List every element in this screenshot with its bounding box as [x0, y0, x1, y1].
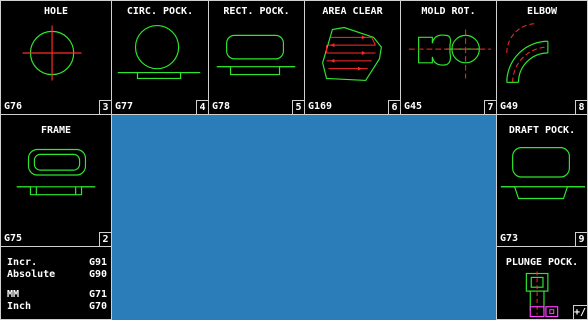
rectangular-pocket-icon — [216, 34, 296, 76]
incr-gcode: G91 — [88, 257, 107, 268]
mold-rotation-icon — [408, 29, 492, 79]
draft-pock-gcode: G73 — [500, 233, 519, 244]
inch-label: Inch — [7, 301, 32, 312]
graphics-canvas — [112, 115, 496, 320]
hole-tile[interactable]: HOLE G76 3 — [0, 0, 112, 115]
mold-rot-title: MOLD ROT. — [421, 6, 476, 17]
elbow-title: ELBOW — [526, 6, 558, 17]
units-mode-panel: Incr. G91 Absolute G90 MM G71 Inch G70 — [0, 246, 112, 320]
rect-pock-title: RECT. POCK. — [223, 6, 290, 17]
mm-mode-row[interactable]: MM G71 — [7, 289, 107, 300]
draft-pock-title: DRAFT POCK. — [508, 125, 576, 136]
frame-icon — [16, 148, 96, 196]
circular-pocket-icon — [117, 24, 201, 80]
inch-gcode: G70 — [88, 301, 107, 312]
area-clear-title: AREA CLEAR — [322, 6, 383, 17]
draft-pock-tile[interactable]: DRAFT POCK. G73 9 — [496, 114, 588, 247]
frame-key: 2 — [99, 232, 111, 246]
circ-pock-title: CIRC. POCK. — [126, 6, 194, 17]
incr-label: Incr. — [7, 257, 38, 268]
mm-label: MM — [7, 289, 20, 300]
mold-rot-key: 7 — [484, 100, 496, 114]
frame-title: FRAME — [40, 125, 72, 136]
plunge-pock-tile[interactable]: PLUNGE POCK. +/- — [496, 246, 588, 320]
area-clear-gcode: G169 — [308, 101, 333, 112]
hole-icon — [22, 25, 82, 81]
absolute-mode-row[interactable]: Absolute G90 — [7, 269, 107, 280]
inch-mode-row[interactable]: Inch G70 — [7, 301, 107, 312]
incr-mode-row[interactable]: Incr. G91 — [7, 257, 107, 268]
area-clear-icon — [322, 26, 383, 82]
hole-key: 3 — [99, 100, 111, 114]
draft-pocket-icon — [500, 147, 586, 200]
circ-pock-key: 4 — [196, 100, 208, 114]
elbow-tile[interactable]: ELBOW G49 8 — [496, 0, 588, 115]
hole-title: HOLE — [43, 6, 69, 17]
mold-rot-gcode: G45 — [404, 101, 423, 112]
hole-gcode: G76 — [4, 101, 23, 112]
rect-pock-tile[interactable]: RECT. POCK. G78 5 — [208, 0, 305, 115]
draft-pock-key: 9 — [575, 232, 587, 246]
circ-pock-tile[interactable]: CIRC. POCK. G77 4 — [111, 0, 209, 115]
elbow-key: 8 — [575, 100, 587, 114]
mm-gcode: G71 — [88, 289, 107, 300]
absolute-gcode: G90 — [88, 269, 107, 280]
mold-rot-tile[interactable]: MOLD ROT. G45 7 — [400, 0, 497, 115]
area-clear-tile[interactable]: AREA CLEAR G169 6 — [304, 0, 401, 115]
area-clear-key: 6 — [388, 100, 400, 114]
circ-pock-gcode: G77 — [115, 101, 134, 112]
frame-tile[interactable]: FRAME G75 2 — [0, 114, 112, 247]
rect-pock-key: 5 — [292, 100, 304, 114]
absolute-label: Absolute — [7, 269, 56, 280]
elbow-gcode: G49 — [500, 101, 519, 112]
rect-pock-gcode: G78 — [212, 101, 231, 112]
frame-gcode: G75 — [4, 233, 23, 244]
plunge-pock-title: PLUNGE POCK. — [505, 257, 579, 268]
plunge-pock-key: +/- — [573, 305, 587, 319]
elbow-icon — [506, 23, 549, 83]
